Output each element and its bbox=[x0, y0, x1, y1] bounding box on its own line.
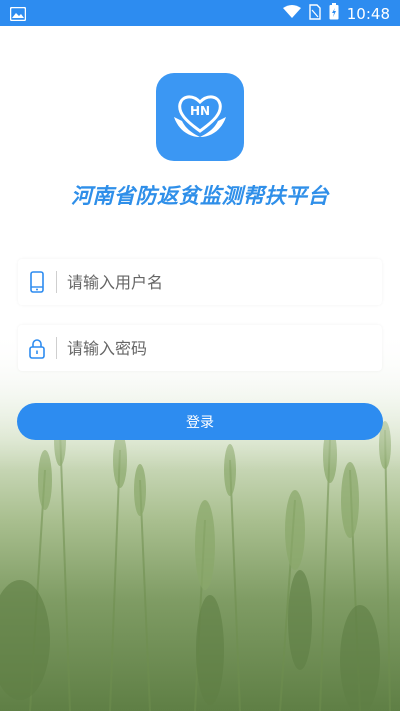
lock-icon bbox=[18, 338, 56, 359]
username-input[interactable] bbox=[57, 262, 357, 302]
image-icon bbox=[9, 6, 27, 25]
password-field[interactable] bbox=[18, 325, 382, 371]
login-button[interactable]: 登录 bbox=[17, 403, 383, 440]
status-time: 10:48 bbox=[346, 4, 390, 23]
status-bar: 10:48 bbox=[0, 0, 400, 26]
app-title: 河南省防返贫监测帮扶平台 bbox=[71, 184, 329, 208]
app-logo: HN bbox=[156, 73, 244, 161]
wifi-icon bbox=[282, 4, 301, 23]
battery-icon bbox=[329, 3, 339, 24]
sim-icon bbox=[309, 3, 321, 24]
logo-text: HN bbox=[190, 104, 210, 118]
username-field[interactable] bbox=[18, 259, 382, 305]
password-input[interactable] bbox=[57, 328, 357, 368]
phone-icon bbox=[18, 271, 56, 293]
